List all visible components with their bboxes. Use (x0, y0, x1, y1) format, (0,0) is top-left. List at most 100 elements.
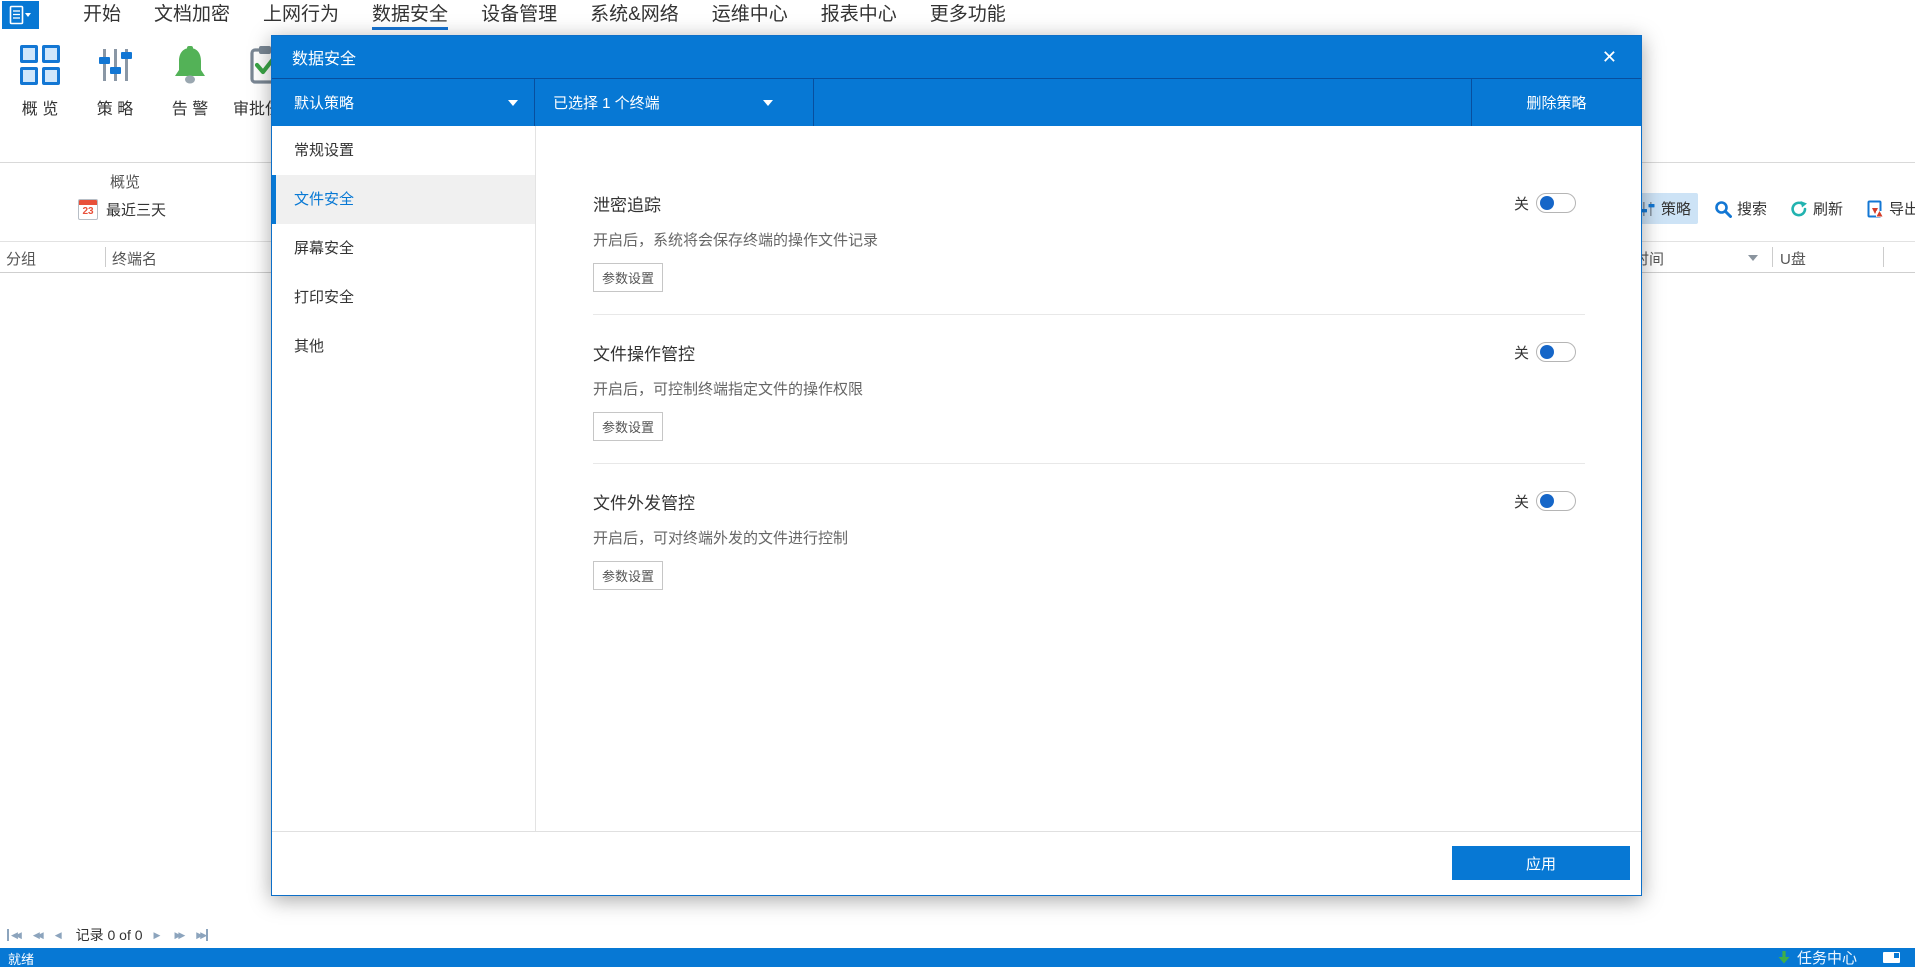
menubar: 开始 文档加密 上网行为 数据安全 设备管理 系统&网络 运维中心 报表中心 更… (0, 0, 1915, 30)
leak-tracking-toggle[interactable] (1536, 193, 1576, 213)
file-operation-toggle[interactable] (1536, 342, 1576, 362)
fast-prev-button[interactable]: ◀◀ (33, 929, 44, 941)
dialog-sidebar: 常规设置 文件安全 屏幕安全 打印安全 其他 (272, 126, 536, 831)
next-page-button[interactable]: ▶ (154, 929, 164, 941)
search-icon (1715, 200, 1733, 218)
section-file-outgoing-control: 文件外发管控 关 开启后，可对终端外发的文件进行控制 参数设置 (593, 464, 1585, 612)
column-divider[interactable] (105, 247, 106, 267)
chevron-down-icon[interactable] (1748, 255, 1758, 261)
tab-start[interactable]: 开始 (83, 0, 121, 30)
terminal-selector-dropdown[interactable]: 已选择 1 个终端 (535, 79, 814, 126)
ribbon-item-overview[interactable]: 概 览 (8, 40, 72, 119)
status-bar: 就绪 任务中心 (0, 948, 1915, 967)
export-button[interactable]: 导出 (1859, 193, 1915, 224)
menu-tabs: 开始 文档加密 上网行为 数据安全 设备管理 系统&网络 运维中心 报表中心 更… (83, 0, 1006, 30)
data-security-dialog: 数据安全 ✕ 默认策略 已选择 1 个终端 删除策略 常规设置 文件安全 屏幕安… (271, 35, 1642, 896)
toggle-knob (1540, 494, 1554, 508)
tab-doc-encryption[interactable]: 文档加密 (154, 0, 230, 30)
param-settings-button[interactable]: 参数设置 (593, 561, 663, 590)
column-divider[interactable] (1883, 247, 1884, 267)
toggle-knob (1540, 345, 1554, 359)
section-description: 开启后，系统将会保存终端的操作文件记录 (593, 232, 879, 249)
toggle-state-label: 关 (1513, 493, 1529, 511)
status-ready-label: 就绪 (8, 952, 35, 967)
refresh-label: 刷新 (1813, 201, 1844, 218)
ribbon-item-label: 策 略 (96, 101, 134, 118)
chevron-down-icon (508, 99, 518, 106)
column-header-usb[interactable]: U盘 (1780, 248, 1806, 269)
last-page-button[interactable]: ▶▶ (196, 929, 209, 941)
application-window: 开始 文档加密 上网行为 数据安全 设备管理 系统&网络 运维中心 报表中心 更… (0, 0, 1915, 967)
section-file-operation-control: 文件操作管控 关 开启后，可控制终端指定文件的操作权限 参数设置 (593, 315, 1585, 464)
dialog-body: 常规设置 文件安全 屏幕安全 打印安全 其他 泄密追踪 关 开启后，系统将会保存… (272, 126, 1641, 831)
search-label: 搜索 (1737, 201, 1768, 218)
date-range-label: 最近三天 (106, 201, 167, 219)
toggle-knob (1540, 196, 1554, 210)
document-menu-icon (9, 5, 31, 25)
task-panel-icon[interactable] (1883, 952, 1900, 963)
policy-dropdown[interactable]: 默认策略 (272, 79, 535, 126)
fast-next-button[interactable]: ▶▶ (174, 929, 185, 941)
tab-web-behavior[interactable]: 上网行为 (263, 0, 339, 30)
toggle-state-label: 关 (1513, 344, 1529, 362)
tab-report-center[interactable]: 报表中心 (821, 0, 897, 30)
dialog-toolbar: 默认策略 已选择 1 个终端 删除策略 (272, 78, 1641, 126)
chevron-down-icon (763, 99, 773, 106)
date-range-filter[interactable]: 23 最近三天 (78, 194, 166, 224)
sidebar-item-print-security[interactable]: 打印安全 (272, 273, 535, 322)
main-menu-button[interactable] (2, 1, 39, 29)
record-count-label: 记录 0 of 0 (75, 927, 143, 943)
section-title: 文件操作管控 (593, 344, 695, 364)
ribbon-group-label: 概览 (109, 174, 140, 191)
tab-data-security[interactable]: 数据安全 (372, 0, 449, 30)
settings-panel: 泄密追踪 关 开启后，系统将会保存终端的操作文件记录 参数设置 文件操作管控 关… (536, 126, 1641, 831)
task-center-button[interactable]: 任务中心 (1777, 948, 1857, 967)
section-leak-tracking: 泄密追踪 关 开启后，系统将会保存终端的操作文件记录 参数设置 (593, 166, 1585, 315)
ribbon-item-policy[interactable]: 策 略 (83, 40, 147, 119)
section-title: 泄密追踪 (593, 195, 661, 215)
delete-policy-label: 删除策略 (1526, 95, 1587, 112)
download-arrow-icon (1778, 951, 1790, 964)
prev-page-button[interactable]: ◀ (55, 929, 65, 941)
policy-sliders-icon (83, 42, 147, 88)
tab-system-network[interactable]: 系统&网络 (590, 0, 679, 30)
policy-filter-button[interactable]: 策略 (1633, 193, 1699, 224)
refresh-button[interactable]: 刷新 (1783, 193, 1850, 224)
param-settings-button[interactable]: 参数设置 (593, 263, 663, 292)
delete-policy-button[interactable]: 删除策略 (1471, 79, 1641, 126)
tab-more-features[interactable]: 更多功能 (930, 0, 1006, 30)
column-header-terminal[interactable]: 终端名 (112, 248, 157, 269)
alert-bell-icon (158, 42, 222, 88)
calendar-icon: 23 (78, 198, 98, 220)
sidebar-item-general-settings[interactable]: 常规设置 (272, 126, 535, 175)
column-header-group[interactable]: 分组 (6, 248, 36, 269)
export-label: 导出 (1889, 201, 1915, 218)
table-action-bar: 策略 搜索 刷新 导出 (1633, 193, 1915, 224)
section-description: 开启后，可控制终端指定文件的操作权限 (593, 381, 864, 398)
overview-grid-icon (8, 42, 72, 88)
ribbon-item-alert[interactable]: 告 警 (158, 40, 222, 119)
param-settings-button[interactable]: 参数设置 (593, 412, 663, 441)
column-divider[interactable] (1772, 247, 1773, 267)
tab-device-mgmt[interactable]: 设备管理 (481, 0, 557, 30)
section-description: 开启后，可对终端外发的文件进行控制 (593, 530, 849, 547)
task-center-label: 任务中心 (1796, 950, 1857, 967)
section-title: 文件外发管控 (593, 493, 695, 513)
dialog-titlebar: 数据安全 ✕ (272, 36, 1641, 78)
tab-ops-center[interactable]: 运维中心 (712, 0, 788, 30)
sidebar-item-screen-security[interactable]: 屏幕安全 (272, 224, 535, 273)
toggle-state-label: 关 (1513, 195, 1529, 213)
apply-button[interactable]: 应用 (1452, 846, 1630, 880)
sidebar-item-other[interactable]: 其他 (272, 322, 535, 371)
first-page-button[interactable]: ◀◀ (7, 929, 22, 941)
sidebar-item-file-security[interactable]: 文件安全 (272, 175, 535, 224)
file-outgoing-toggle[interactable] (1536, 491, 1576, 511)
search-button[interactable]: 搜索 (1707, 193, 1774, 224)
close-icon[interactable]: ✕ (1598, 47, 1621, 68)
dialog-footer: 应用 (272, 831, 1641, 895)
pagination-bar: ◀◀ ◀◀ ◀ 记录 0 of 0 ▶ ▶▶ ▶▶ (7, 924, 209, 946)
policy-dropdown-label: 默认策略 (294, 95, 355, 112)
sliders-icon (1641, 201, 1655, 216)
policy-filter-label: 策略 (1661, 201, 1692, 218)
